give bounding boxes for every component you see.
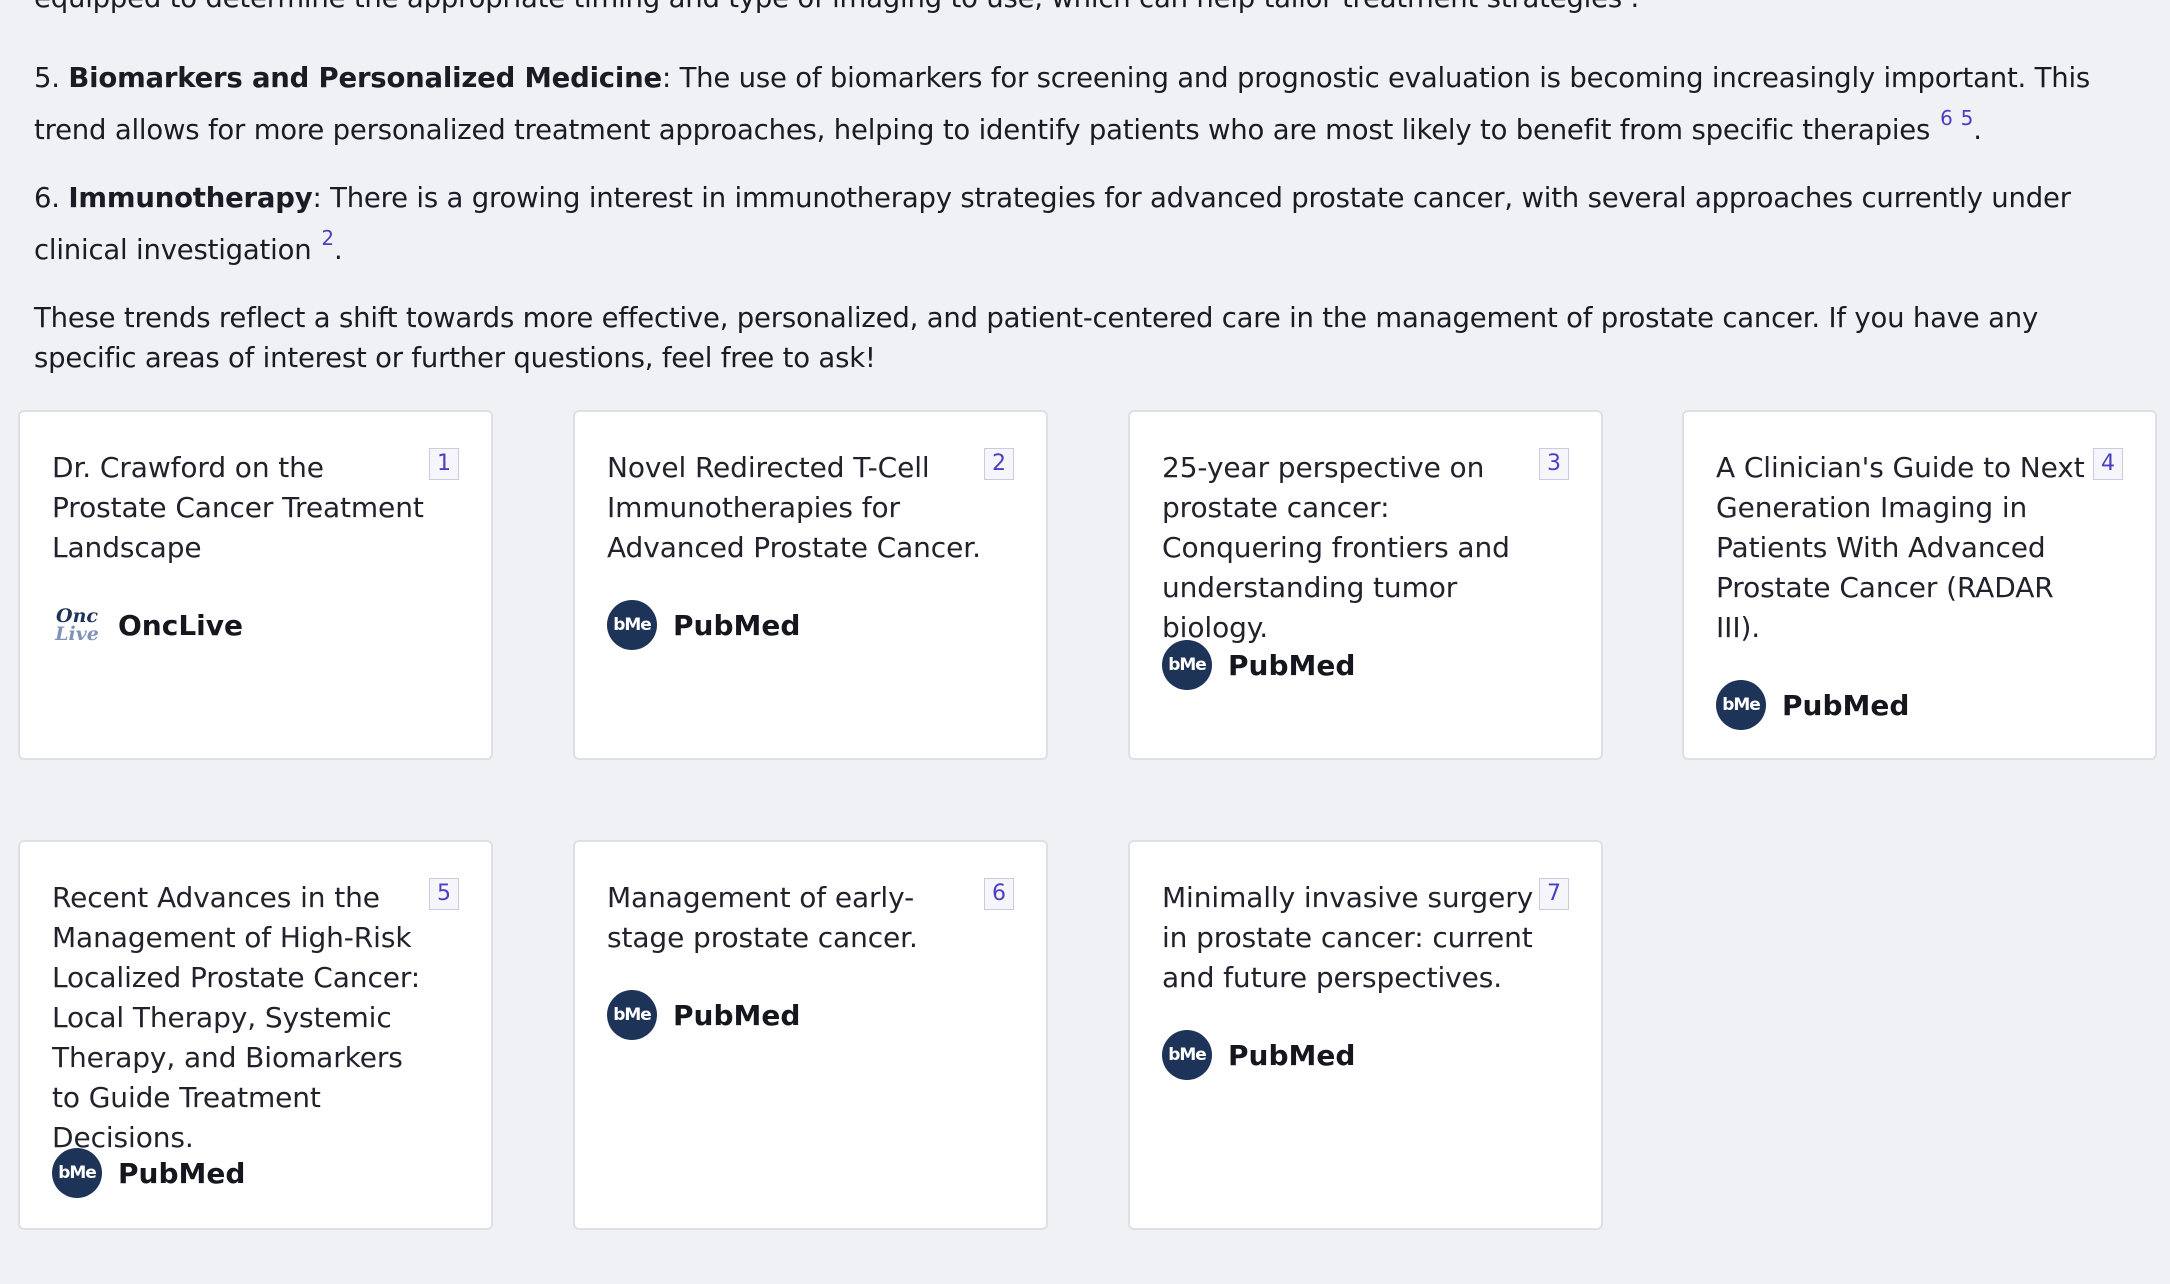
paragraph-end: . [1631, 0, 1640, 14]
paragraph-end: . [1973, 114, 1982, 146]
source-site-name: OncLive [118, 608, 244, 642]
source-site-name: PubMed [118, 1156, 246, 1190]
paragraph-end: . [333, 234, 343, 266]
answer-closing-paragraph: These trends reflect a shift towards mor… [34, 302, 2039, 374]
list-heading: Biomarkers and Personalized Medicine [68, 62, 662, 94]
pubmed-logo-icon: bMe [1716, 680, 1766, 730]
source-number-badge: 6 [984, 878, 1014, 910]
source-title: Management of early-stage prostate cance… [607, 881, 918, 954]
source-number-badge: 4 [2093, 448, 2123, 480]
source-card[interactable]: Minimally invasive surgery in prostate c… [1128, 840, 1603, 1230]
source-site: bMe PubMed [1162, 640, 1355, 690]
source-card[interactable]: A Clinician's Guide to Next Generation I… [1682, 410, 2157, 760]
source-site: bMe PubMed [1716, 680, 1909, 730]
source-site: bMe PubMed [52, 1148, 245, 1198]
pubmed-logo-icon: bMe [607, 990, 657, 1040]
source-card[interactable]: Recent Advances in the Management of Hig… [18, 840, 493, 1230]
pubmed-logo-icon: bMe [1162, 1030, 1212, 1080]
source-number-badge: 1 [429, 448, 459, 480]
answer-paragraph-item6: 6. Immunotherapy: There is a growing int… [34, 178, 2144, 270]
source-site-name: PubMed [673, 608, 801, 642]
source-site-name: PubMed [1782, 688, 1910, 722]
citation-link[interactable]: 6 [1940, 106, 1953, 130]
source-number-badge: 3 [1539, 448, 1569, 480]
source-site-name: PubMed [1228, 1038, 1356, 1072]
list-heading: Immunotherapy [68, 182, 313, 214]
source-card[interactable]: 25-year perspective on prostate cancer: … [1128, 410, 1603, 760]
onclive-logo-icon: Onc Live [52, 600, 102, 650]
answer-paragraph-item5: 5. Biomarkers and Personalized Medicine:… [34, 58, 2144, 150]
source-title: A Clinician's Guide to Next Generation I… [1716, 451, 2085, 644]
source-site: bMe PubMed [607, 600, 800, 650]
source-number-badge: 7 [1539, 878, 1569, 910]
list-number: 6. [34, 182, 60, 214]
source-site-name: PubMed [1228, 648, 1356, 682]
list-number: 5. [34, 62, 60, 94]
source-card[interactable]: Management of early-stage prostate cance… [573, 840, 1048, 1230]
source-card[interactable]: Dr. Crawford on the Prostate Cancer Trea… [18, 410, 493, 760]
source-number-badge: 2 [984, 448, 1014, 480]
pubmed-logo-icon: bMe [52, 1148, 102, 1198]
paragraph-text: equipped to determine the appropriate ti… [34, 0, 1622, 14]
source-card[interactable]: Novel Redirected T-Cell Immunotherapies … [573, 410, 1048, 760]
source-title: 25-year perspective on prostate cancer: … [1162, 451, 1510, 644]
source-site: bMe PubMed [607, 990, 800, 1040]
answer-paragraph-item4-tail: equipped to determine the appropriate ti… [34, 0, 2144, 18]
source-site: bMe PubMed [1162, 1030, 1355, 1080]
source-title: Novel Redirected T-Cell Immunotherapies … [607, 451, 981, 564]
source-title: Minimally invasive surgery in prostate c… [1162, 881, 1534, 994]
pubmed-logo-icon: bMe [1162, 640, 1212, 690]
source-site: Onc Live OncLive [52, 600, 243, 650]
pubmed-logo-icon: bMe [607, 600, 657, 650]
logo-text: Live [55, 623, 99, 645]
source-title: Dr. Crawford on the Prostate Cancer Trea… [52, 451, 424, 564]
citation-link[interactable]: 2 [321, 226, 334, 250]
source-number-badge: 5 [429, 878, 459, 910]
source-site-name: PubMed [673, 998, 801, 1032]
source-title: Recent Advances in the Management of Hig… [52, 881, 421, 1154]
citation-link[interactable]: 5 [1961, 106, 1974, 130]
